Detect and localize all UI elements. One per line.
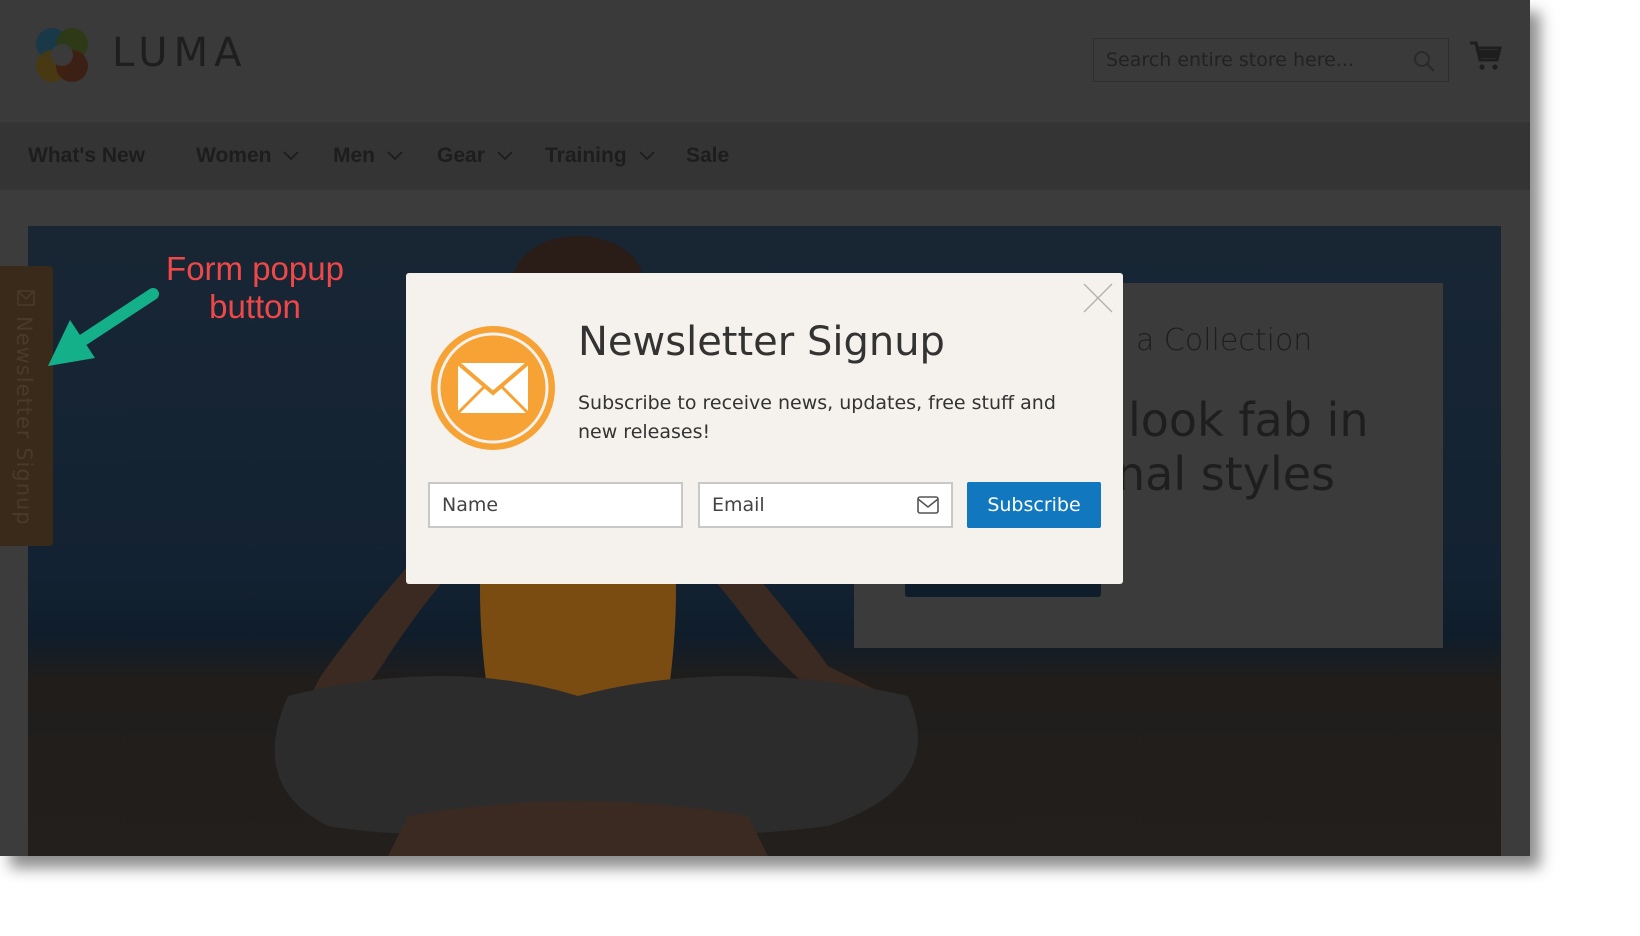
nav-item-training[interactable]: Training bbox=[545, 144, 655, 168]
annotation-line2: button bbox=[209, 288, 301, 325]
chevron-down-icon bbox=[283, 151, 300, 161]
promo-subtitle: a Collection bbox=[1136, 323, 1313, 358]
newsletter-modal: Newsletter Signup Subscribe to receive n… bbox=[406, 273, 1123, 584]
name-field-wrapper bbox=[428, 482, 683, 528]
logo-text[interactable]: LUMA bbox=[112, 30, 247, 76]
cart-icon[interactable] bbox=[1468, 40, 1502, 72]
mail-icon bbox=[917, 496, 939, 514]
nav-item-gear[interactable]: Gear bbox=[437, 144, 513, 168]
nav-item-men[interactable]: Men bbox=[333, 144, 403, 168]
chevron-down-icon bbox=[497, 151, 513, 161]
browser-page: LUMA What's New Women Men Gear bbox=[0, 0, 1530, 856]
nav-label: Women bbox=[196, 144, 272, 167]
email-input[interactable] bbox=[700, 484, 951, 526]
chevron-down-icon bbox=[639, 151, 655, 161]
subscribe-button[interactable]: Subscribe bbox=[967, 482, 1101, 528]
nav-label: Training bbox=[545, 144, 627, 167]
email-field-wrapper bbox=[698, 482, 953, 528]
modal-title: Newsletter Signup bbox=[578, 319, 945, 365]
search-box bbox=[1093, 38, 1449, 82]
envelope-icon bbox=[17, 290, 35, 306]
shop-button[interactable] bbox=[905, 583, 1101, 597]
modal-description: Subscribe to receive news, updates, free… bbox=[578, 392, 1056, 443]
side-tab-label: Newsletter Signup bbox=[12, 316, 36, 526]
nav-label: Gear bbox=[437, 144, 485, 167]
newsletter-envelope-icon bbox=[431, 326, 555, 450]
name-input[interactable] bbox=[430, 484, 681, 526]
main-nav: What's New Women Men Gear Training Sale bbox=[0, 122, 1530, 190]
promo-headline: look fab in nal styles bbox=[1116, 393, 1369, 501]
nav-label: Sale bbox=[686, 144, 730, 167]
nav-label: Men bbox=[333, 144, 375, 167]
promo-headline-line2: nal styles bbox=[1116, 447, 1336, 501]
site-header: LUMA bbox=[0, 0, 1530, 120]
nav-item-whats-new[interactable]: What's New bbox=[28, 144, 145, 168]
promo-headline-line1: look fab in bbox=[1128, 393, 1369, 447]
search-input[interactable] bbox=[1094, 39, 1418, 81]
annotation-arrow-icon bbox=[48, 288, 159, 366]
luma-logo-icon[interactable] bbox=[30, 24, 94, 88]
annotation-text: Form popup button bbox=[150, 250, 360, 326]
search-icon[interactable] bbox=[1412, 49, 1436, 73]
nav-label: What's New bbox=[28, 144, 146, 167]
close-icon[interactable] bbox=[1081, 281, 1115, 315]
nav-item-women[interactable]: Women bbox=[196, 144, 300, 168]
nav-item-sale[interactable]: Sale bbox=[686, 144, 729, 168]
annotation-line1: Form popup bbox=[166, 250, 344, 287]
chevron-down-icon bbox=[387, 151, 403, 161]
